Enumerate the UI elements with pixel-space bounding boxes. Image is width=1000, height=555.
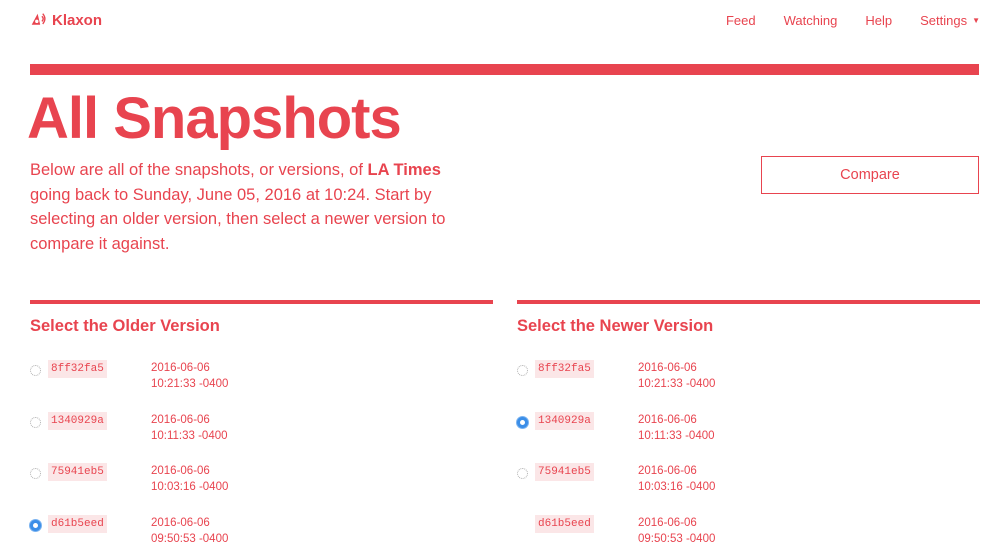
version-row[interactable]: d61b5eed 2016-06-06 09:50:53 -0400 xyxy=(30,514,493,555)
snapshot-hash: 1340929a xyxy=(535,411,594,430)
nav-watching[interactable]: Watching xyxy=(784,13,838,28)
klaxon-logo-icon xyxy=(31,13,46,25)
snapshot-hash: d61b5eed xyxy=(48,514,107,533)
version-radio[interactable] xyxy=(30,365,41,376)
top-navigation-bar: Klaxon Feed Watching Help Settings ▼ xyxy=(0,0,1000,44)
nav-feed[interactable]: Feed xyxy=(726,13,756,28)
snapshot-time: 10:11:33 -0400 xyxy=(151,429,228,442)
compare-button[interactable]: Compare xyxy=(761,156,979,194)
snapshot-date: 2016-06-06 xyxy=(638,362,697,374)
intro-before: Below are all of the snapshots, or versi… xyxy=(30,161,368,179)
version-row[interactable]: 8ff32fa5 2016-06-06 10:21:33 -0400 xyxy=(517,360,980,400)
version-radio[interactable] xyxy=(30,468,41,479)
snapshot-timestamp: 2016-06-06 09:50:53 -0400 xyxy=(151,515,228,547)
older-column-title: Select the Older Version xyxy=(30,317,220,335)
snapshot-hash: 8ff32fa5 xyxy=(48,360,107,378)
brand[interactable]: Klaxon xyxy=(30,12,102,29)
version-row[interactable]: 75941eb5 2016-06-06 10:03:16 -0400 xyxy=(30,463,493,503)
snapshot-date: 2016-06-06 xyxy=(151,413,210,426)
version-row[interactable]: 1340929a 2016-06-06 10:11:33 -0400 xyxy=(30,411,493,452)
version-row[interactable]: 1340929a 2016-06-06 10:11:33 -0400 xyxy=(517,411,980,452)
snapshot-time: 09:50:53 -0400 xyxy=(638,532,716,545)
snapshot-timestamp: 2016-06-06 10:21:33 -0400 xyxy=(638,360,715,392)
snapshot-hash: 8ff32fa5 xyxy=(535,360,594,378)
version-row[interactable]: 8ff32fa5 2016-06-06 10:21:33 -0400 xyxy=(30,360,493,400)
header-divider xyxy=(30,64,979,75)
main-nav: Feed Watching Help Settings ▼ xyxy=(698,13,980,28)
snapshot-timestamp: 2016-06-06 10:11:33 -0400 xyxy=(638,412,715,444)
snapshot-date: 2016-06-06 xyxy=(151,465,210,477)
snapshot-hash: d61b5eed xyxy=(535,514,594,533)
snapshot-time: 10:21:33 -0400 xyxy=(638,378,716,390)
snapshot-date: 2016-06-06 xyxy=(638,516,697,529)
snapshot-date: 2016-06-06 xyxy=(638,465,697,477)
intro-text: Below are all of the snapshots, or versi… xyxy=(30,158,470,256)
snapshot-time: 10:11:33 -0400 xyxy=(638,429,715,442)
older-column-divider xyxy=(30,300,493,304)
snapshot-time: 09:50:53 -0400 xyxy=(151,532,229,545)
version-radio[interactable] xyxy=(30,416,41,428)
snapshot-timestamp: 2016-06-06 10:11:33 -0400 xyxy=(151,412,228,444)
older-version-column: Select the Older Version 8ff32fa5 2016-06… xyxy=(30,300,493,545)
page-title: All Snapshots xyxy=(27,86,402,151)
nav-help[interactable]: Help xyxy=(865,13,892,28)
snapshot-timestamp: 2016-06-06 10:03:16 -0400 xyxy=(638,463,715,495)
nav-settings-dropdown[interactable]: Settings ▼ xyxy=(920,13,980,28)
snapshot-time: 10:21:33 -0400 xyxy=(151,378,229,390)
snapshot-date: 2016-06-06 xyxy=(151,362,210,374)
version-radio[interactable] xyxy=(517,365,528,376)
snapshot-hash: 75941eb5 xyxy=(48,463,107,481)
site-name: LA Times xyxy=(367,161,441,179)
newer-column-title: Select the Newer Version xyxy=(517,317,714,335)
version-radio[interactable] xyxy=(30,519,41,531)
nav-settings-label: Settings xyxy=(920,13,968,28)
snapshot-timestamp: 2016-06-06 09:50:53 -0400 xyxy=(638,515,715,547)
newer-column-divider xyxy=(517,300,980,304)
version-row[interactable]: d61b5eed 2016-06-06 09:50:53 -0400 xyxy=(517,514,980,555)
snapshot-hash: 1340929a xyxy=(48,411,107,430)
snapshot-time: 10:03:16 -0400 xyxy=(638,481,716,493)
snapshot-timestamp: 2016-06-06 10:21:33 -0400 xyxy=(151,360,228,392)
intro-after: going back to Sunday, June 05, 2016 at 1… xyxy=(30,185,446,253)
app-name: Klaxon xyxy=(52,12,103,29)
version-radio[interactable] xyxy=(517,468,528,479)
snapshot-date: 2016-06-06 xyxy=(638,413,697,426)
newer-version-column: Select the Newer Version 8ff32fa5 2016-06… xyxy=(517,300,980,545)
snapshot-timestamp: 2016-06-06 10:03:16 -0400 xyxy=(151,463,228,495)
snapshot-hash: 75941eb5 xyxy=(535,463,594,481)
snapshot-time: 10:03:16 -0400 xyxy=(151,481,229,493)
version-radio[interactable] xyxy=(517,416,528,428)
snapshot-date: 2016-06-06 xyxy=(151,516,210,529)
caret-down-icon: ▼ xyxy=(972,16,980,25)
version-row[interactable]: 75941eb5 2016-06-06 10:03:16 -0400 xyxy=(517,463,980,503)
